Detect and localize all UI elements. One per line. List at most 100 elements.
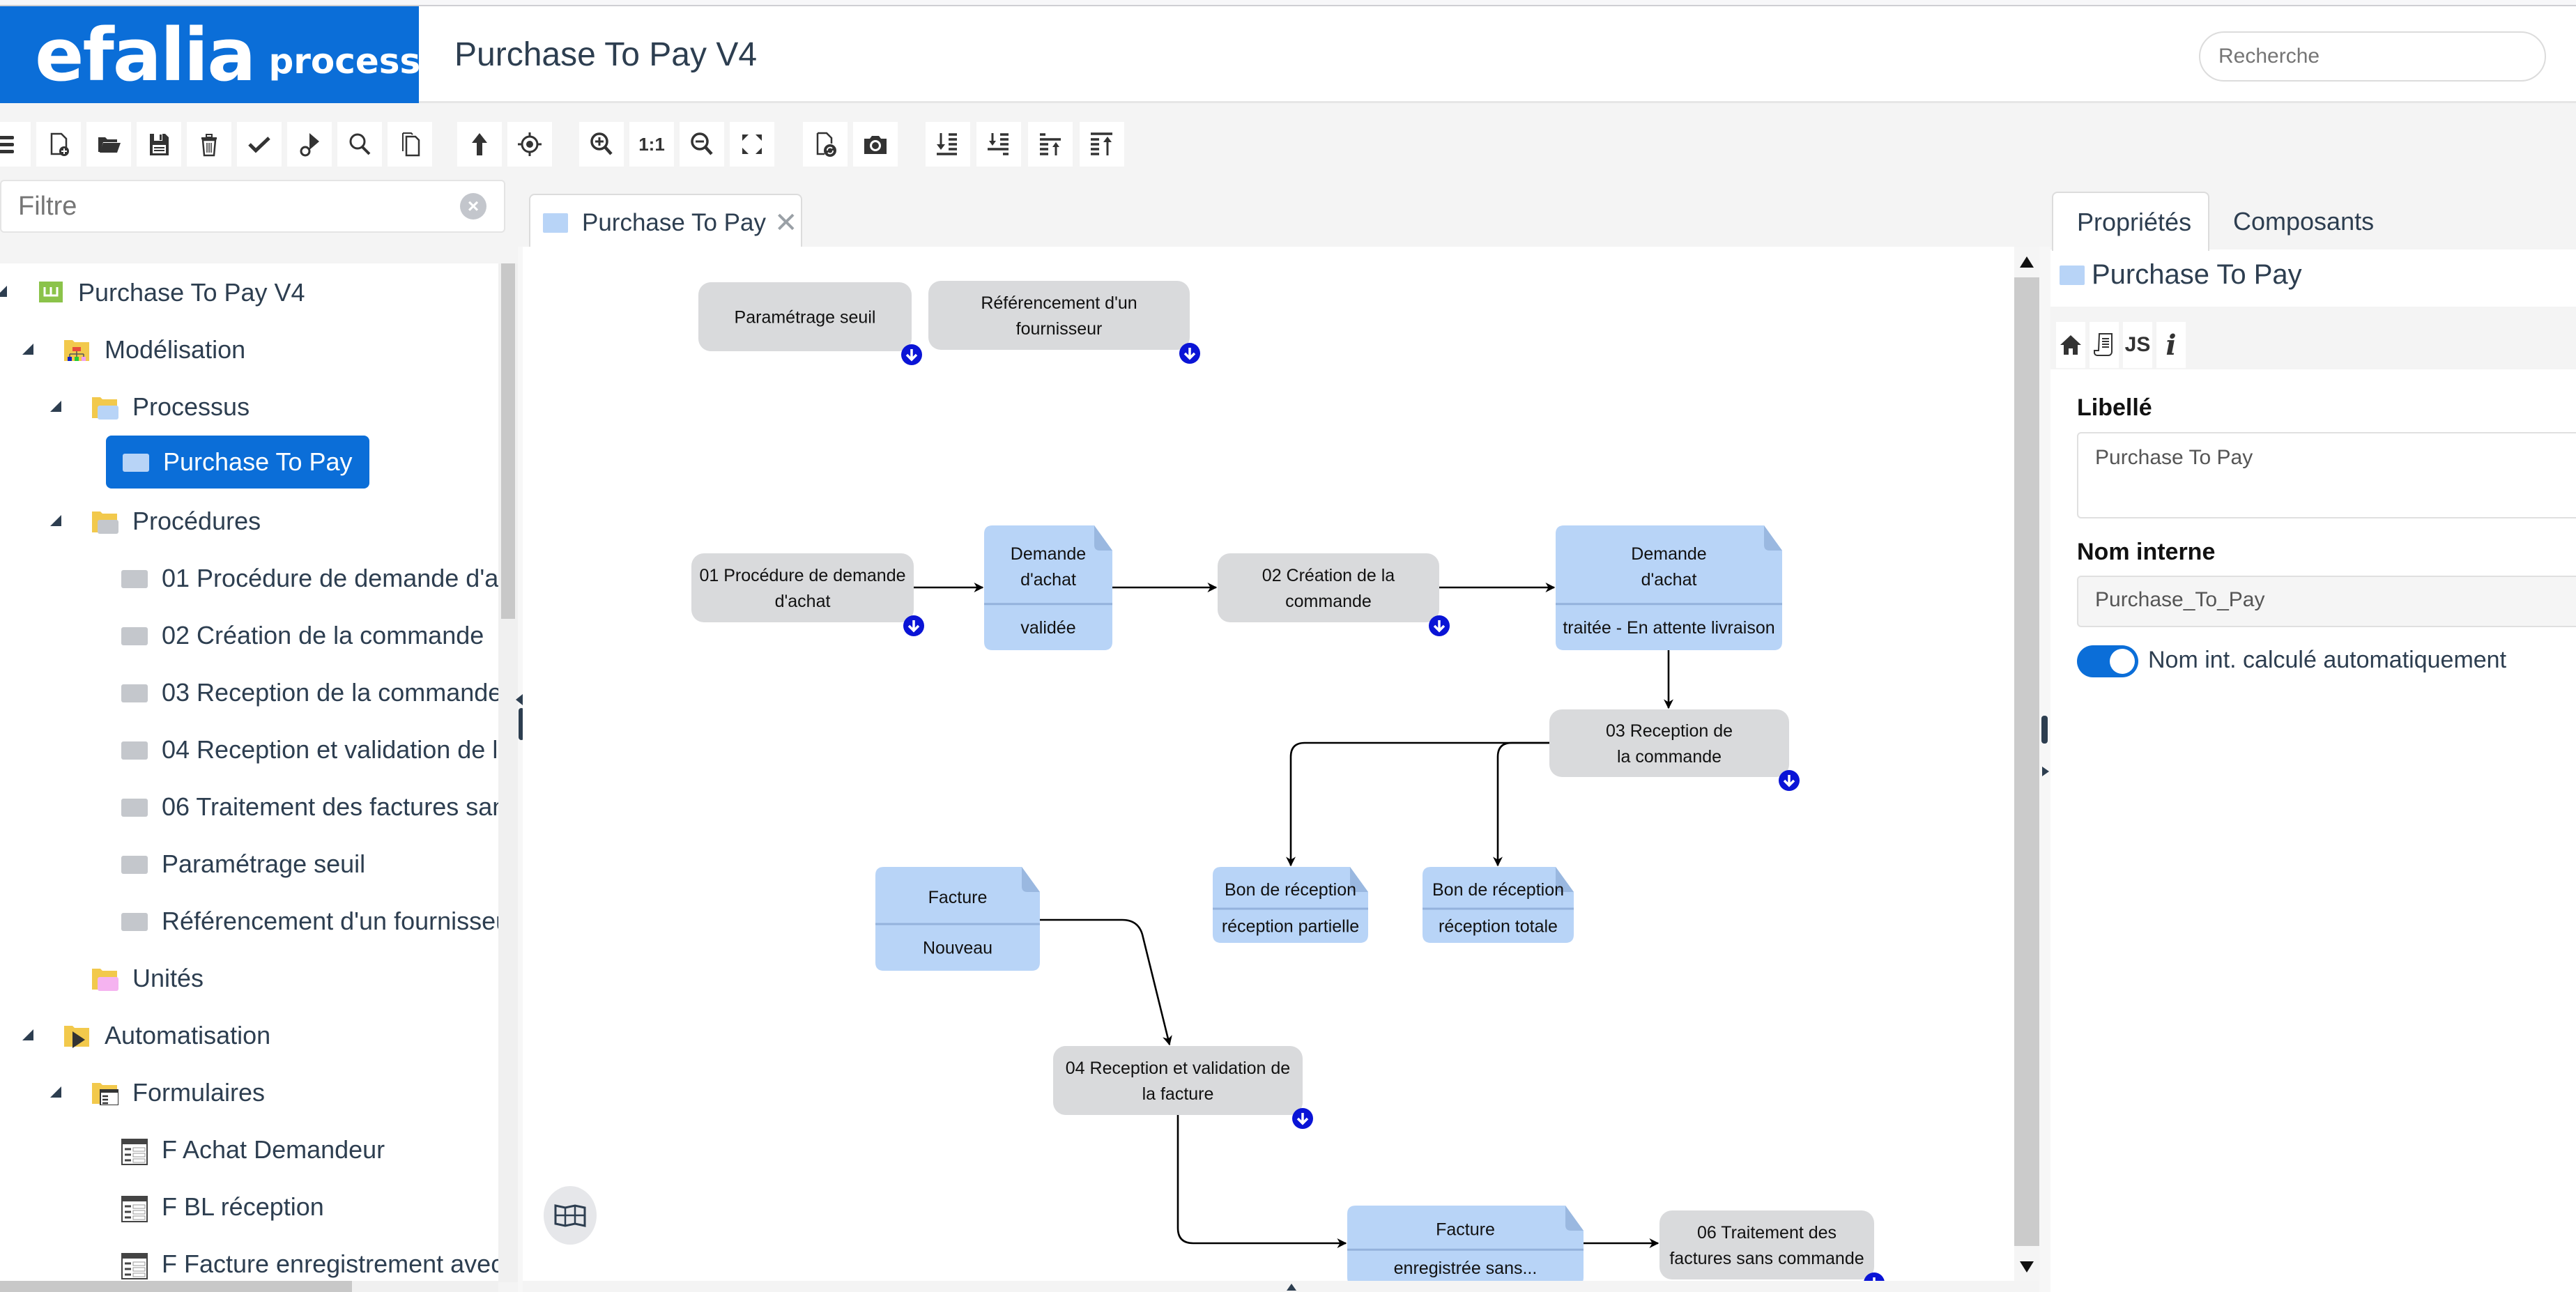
refresh-file-button[interactable] — [803, 122, 848, 167]
align-top-small-button[interactable] — [1028, 122, 1073, 167]
delete-icon — [201, 134, 217, 157]
project-tree: Purchase To Pay V4 Modélisation Processu… — [0, 263, 498, 1282]
scrollbar-thumb[interactable] — [0, 1281, 352, 1292]
tree-item-automatisation[interactable]: Automatisation — [64, 1011, 270, 1060]
run-button[interactable] — [287, 122, 332, 167]
expand-bottom-panel-icon[interactable] — [1287, 1284, 1296, 1291]
locate-target-icon — [518, 132, 542, 156]
js-tab[interactable]: JS — [2123, 322, 2152, 368]
tree-item-procedure[interactable]: Référencement d'un fournisseur — [121, 897, 498, 946]
units-folder-icon — [92, 967, 118, 991]
fit-screen-button[interactable] — [730, 122, 774, 167]
tree-horizontal-scrollbar[interactable] — [0, 1281, 498, 1292]
save-button[interactable] — [137, 122, 181, 167]
window-top-edge — [0, 0, 2576, 6]
app-header: efalia process Purchase To Pay V4 — [0, 6, 2576, 103]
forms-folder-icon — [92, 1082, 119, 1106]
collapse-toggle[interactable] — [22, 344, 33, 355]
tab-proprietes[interactable]: Propriétés — [2052, 192, 2209, 251]
tree-item-label: 06 Traitement des factures sans commande — [162, 792, 498, 821]
screenshot-button[interactable] — [853, 122, 898, 167]
tree-item-form[interactable]: F Achat Demandeur — [121, 1125, 385, 1174]
new-file-button[interactable] — [36, 122, 81, 167]
collapse-toggle[interactable] — [0, 286, 7, 297]
find-button[interactable] — [337, 122, 382, 167]
tree-item-procedures[interactable]: Procédures — [92, 497, 261, 546]
align-bottom-small-button[interactable] — [976, 122, 1021, 167]
align-top-button[interactable] — [1080, 122, 1124, 167]
tree-item-label: 03 Reception de la commande — [162, 678, 498, 707]
validate-button[interactable] — [237, 122, 282, 167]
validate-check-icon — [248, 137, 270, 153]
tree-item-form[interactable]: F BL réception — [121, 1183, 324, 1231]
tree-item-procedure[interactable]: 02 Création de la commande — [121, 611, 484, 660]
align-bottom-small-icon — [988, 133, 1009, 155]
clear-filter-icon[interactable]: × — [460, 193, 486, 220]
tree-item-project[interactable]: Purchase To Pay V4 — [38, 268, 305, 317]
libelle-field[interactable]: Purchase To Pay — [2077, 432, 2576, 518]
tree-item-label: Paramétrage seuil — [162, 849, 366, 878]
align-bottom-button[interactable] — [926, 122, 970, 167]
zoom-in-button[interactable] — [579, 122, 624, 167]
tree-vertical-scrollbar[interactable] — [498, 263, 518, 1282]
canvas-vertical-scrollbar[interactable] — [2014, 247, 2039, 1281]
global-search-input[interactable] — [2199, 31, 2546, 82]
tree-item-purchase-to-pay[interactable]: Purchase To Pay — [106, 436, 369, 489]
collapse-toggle[interactable] — [22, 1029, 33, 1040]
move-up-button[interactable] — [457, 122, 502, 167]
collapse-right-panel-icon[interactable] — [2042, 767, 2049, 776]
tree-item-label: Référencement d'un fournisseur — [162, 907, 498, 935]
scrollbar-thumb[interactable] — [2014, 277, 2039, 1246]
tree-item-form[interactable]: F Facture enregistrement avec rapprochem… — [121, 1240, 498, 1282]
info-tab[interactable]: i — [2156, 322, 2186, 368]
right-splitter-handle[interactable] — [2041, 716, 2048, 744]
left-splitter[interactable] — [518, 247, 523, 1292]
minimap-button[interactable] — [544, 1186, 597, 1245]
tab-purchase-to-pay[interactable]: Purchase To Pay ✕ — [529, 194, 802, 251]
collapse-toggle[interactable] — [50, 1086, 61, 1098]
tree-item-processus[interactable]: Processus — [92, 383, 250, 431]
copy-button[interactable] — [388, 122, 432, 167]
open-button[interactable] — [86, 122, 131, 167]
scrollbar-thumb[interactable] — [501, 263, 515, 619]
tree-item-label: F BL réception — [162, 1192, 324, 1221]
scroll-up-icon[interactable] — [2020, 256, 2034, 268]
toggle-knob — [2110, 649, 2135, 674]
delete-button[interactable] — [187, 122, 231, 167]
tree-item-procedure[interactable]: 06 Traitement des factures sans commande — [121, 783, 498, 831]
tree-item-unites[interactable]: Unités — [92, 954, 204, 1003]
menu-button[interactable] — [0, 122, 31, 167]
move-up-arrow-icon — [472, 133, 487, 155]
project-icon — [38, 282, 64, 304]
tree-item-formulaires[interactable]: Formulaires — [92, 1068, 265, 1117]
zoom-out-button[interactable] — [680, 122, 724, 167]
canvas-bottom-splitter[interactable] — [523, 1281, 2014, 1292]
diagram-canvas[interactable] — [523, 247, 2014, 1281]
nom-interne-field[interactable]: Purchase_To_Pay — [2077, 576, 2576, 627]
tree-item-procedure[interactable]: 04 Reception et validation de la facture — [121, 725, 498, 774]
tree-item-procedure[interactable]: Paramétrage seuil — [121, 840, 365, 889]
tree-item-label: 04 Reception et validation de la facture — [162, 735, 498, 764]
zoom-reset-button[interactable]: 1:1 — [629, 122, 674, 167]
close-tab-icon[interactable]: ✕ — [774, 207, 798, 239]
scroll-down-icon[interactable] — [2020, 1261, 2034, 1272]
tree-item-label: Modélisation — [105, 335, 246, 364]
locate-button[interactable] — [507, 122, 552, 167]
tree-item-label: F Achat Demandeur — [162, 1135, 385, 1164]
tree-item-procedure[interactable]: 03 Reception de la commande — [121, 668, 498, 717]
efalia-logo[interactable]: efalia process — [0, 6, 420, 103]
tree-item-modelisation[interactable]: Modélisation — [64, 325, 245, 374]
form-icon — [121, 1196, 148, 1222]
selected-object-title: Purchase To Pay — [2060, 259, 2302, 291]
collapse-toggle[interactable] — [50, 401, 61, 412]
collapse-toggle[interactable] — [50, 515, 61, 526]
procedure-icon — [121, 567, 148, 590]
tree-item-procedure[interactable]: 01 Procédure de demande d'achat — [121, 554, 498, 603]
home-tab[interactable] — [2056, 322, 2085, 368]
tree-filter-input[interactable] — [0, 180, 505, 233]
collapse-left-panel-icon[interactable] — [516, 694, 523, 705]
tab-composants[interactable]: Composants — [2209, 192, 2398, 251]
auto-name-toggle[interactable] — [2077, 645, 2138, 677]
script-tab[interactable] — [2090, 322, 2119, 368]
nom-interne-label: Nom interne — [2077, 539, 2216, 565]
